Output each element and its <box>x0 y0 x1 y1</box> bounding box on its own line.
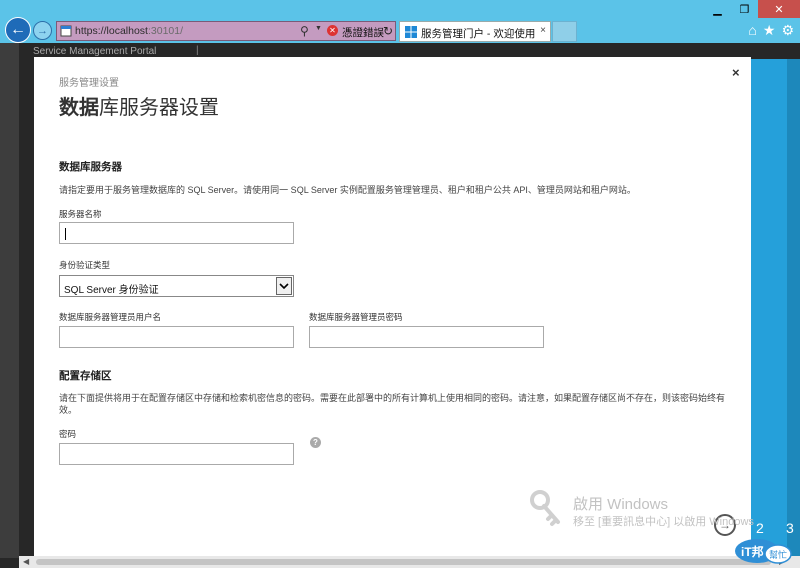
maximize-button[interactable]: ❐ <box>731 0 758 18</box>
window-controls: ▁ ❐ ✕ <box>704 0 800 18</box>
server-name-input[interactable] <box>59 222 294 244</box>
page-title-rest: 库服务器设置 <box>99 97 219 119</box>
admin-username-input[interactable] <box>59 326 294 348</box>
new-tab-button[interactable] <box>552 21 577 42</box>
left-strip <box>0 43 19 558</box>
forward-button[interactable]: → <box>33 21 52 40</box>
portal-title: Service Management Portal <box>33 46 157 57</box>
auth-type-value: SQL Server 身份验证 <box>64 285 159 296</box>
page-indicator-current[interactable]: 2 <box>756 520 764 536</box>
settings-dialog: 服务管理设置 数据库服务器设置 × 数据库服务器 请指定要用于服务管理数据库的 … <box>34 57 751 556</box>
url-host: https://localhost <box>75 25 148 37</box>
arrow-right-icon: → <box>37 24 48 37</box>
page-icon <box>60 25 72 37</box>
admin-username-label: 数据库服务器管理员用户名 <box>59 312 162 322</box>
activation-watermark-text: 移至 [重要訊息中心] 以啟用 Windows <box>573 516 754 528</box>
browser-tab[interactable]: 服务管理门户 - 欢迎使用 × <box>399 21 551 42</box>
page-title: 数据库服务器设置 <box>59 91 219 120</box>
certificate-error-text[interactable]: 憑證錯誤 <box>342 25 384 40</box>
minimize-button[interactable]: ▁ <box>704 0 731 18</box>
home-icon[interactable]: ⌂ <box>748 22 756 39</box>
scrollbar-thumb[interactable] <box>36 559 771 565</box>
server-name-label: 服务器名称 <box>59 209 102 219</box>
ithome-logo: iT邦 幫忙 <box>735 539 792 564</box>
help-question-icon[interactable]: ? <box>310 437 321 448</box>
dialog-close-button[interactable]: × <box>732 65 740 80</box>
breadcrumb: 服务管理设置 <box>59 78 119 89</box>
horizontal-scrollbar[interactable]: ◀ ▶ <box>19 556 800 568</box>
settings-gear-icon[interactable]: ⚙ <box>781 22 794 39</box>
db-section-heading: 数据库服务器 <box>59 161 122 173</box>
side-panel-edge <box>787 59 800 556</box>
key-icon <box>530 490 560 526</box>
certificate-error-icon[interactable]: ✕ <box>327 25 338 36</box>
config-password-input[interactable] <box>59 443 294 465</box>
activation-watermark-title: 啟用 Windows <box>573 496 669 513</box>
admin-password-input[interactable] <box>309 326 544 348</box>
back-button[interactable]: ← <box>5 17 31 43</box>
config-section-heading: 配置存储区 <box>59 370 112 382</box>
window-close-button[interactable]: ✕ <box>758 0 800 18</box>
config-section-description: 请在下面提供将用于在配置存储区中存储和检索机密信息的密码。需要在此部署中的所有计… <box>59 393 726 415</box>
admin-password-label: 数据库服务器管理员密码 <box>309 312 403 322</box>
browser-toolbar-icons: ⌂ ★ ⚙ <box>748 22 794 39</box>
favorites-star-icon[interactable]: ★ <box>763 22 776 39</box>
browser-chrome: ▁ ❐ ✕ ← → https://localhost:30101/ ⚲ ▼ ✕… <box>0 0 800 43</box>
tab-title: 服务管理门户 - 欢迎使用 <box>421 28 536 40</box>
text-caret <box>65 228 66 240</box>
address-bar[interactable]: https://localhost:30101/ ⚲ ▼ ✕ 憑證錯誤 ↻ <box>56 21 396 41</box>
page-indicator-next[interactable]: 3 <box>786 520 794 536</box>
auth-type-select[interactable]: SQL Server 身份验证 <box>59 275 294 297</box>
search-icon[interactable]: ⚲ <box>300 24 309 38</box>
dropdown-arrow-icon[interactable]: ▼ <box>315 25 322 32</box>
tab-close-button[interactable]: × <box>540 25 546 36</box>
page-title-bold: 数据 <box>59 97 99 119</box>
scroll-left-icon[interactable]: ◀ <box>23 557 29 566</box>
side-panel <box>751 59 787 556</box>
auth-type-label: 身份验证类型 <box>59 260 111 270</box>
badge-text-sub: 幫忙 <box>769 549 787 560</box>
windows-logo-icon <box>405 26 417 38</box>
address-url: https://localhost:30101/ <box>75 25 183 37</box>
password-label: 密码 <box>59 429 77 439</box>
chevron-down-icon[interactable] <box>276 277 292 295</box>
badge-text-main: iT邦 <box>741 544 764 559</box>
arrow-left-icon: ← <box>10 21 26 38</box>
refresh-icon[interactable]: ↻ <box>383 24 393 38</box>
db-section-description: 请指定要用于服务管理数据库的 SQL Server。请使用同一 SQL Serv… <box>59 185 636 195</box>
header-separator: | <box>196 45 199 56</box>
url-port: :30101/ <box>147 25 184 37</box>
